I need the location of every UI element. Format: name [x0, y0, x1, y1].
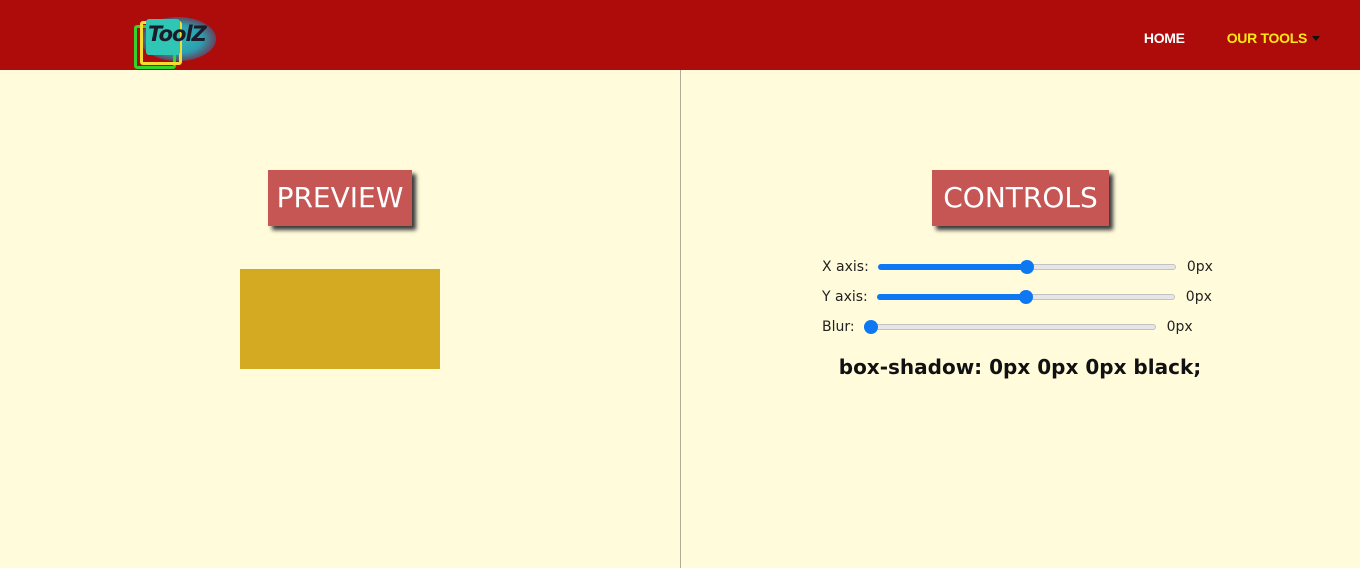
- panel-divider: [680, 70, 681, 568]
- blur-control: Blur: 0px: [822, 317, 1193, 337]
- y-axis-slider[interactable]: [876, 289, 1175, 305]
- y-axis-value: 0px: [1185, 289, 1212, 305]
- blur-label: Blur:: [822, 319, 855, 335]
- blur-slider[interactable]: [863, 319, 1156, 335]
- navbar: ToolZ HOME OUR TOOLS: [0, 0, 1360, 70]
- x-axis-slider[interactable]: [877, 259, 1176, 275]
- preview-box: [240, 269, 440, 369]
- slider-fill: [877, 264, 1027, 270]
- y-axis-label: Y axis:: [822, 289, 868, 305]
- logo-text: ToolZ: [148, 22, 207, 46]
- slider-thumb[interactable]: [1018, 290, 1033, 304]
- x-axis-label: X axis:: [822, 259, 869, 275]
- site-logo[interactable]: ToolZ: [132, 17, 220, 69]
- blur-value: 0px: [1166, 319, 1193, 335]
- y-axis-control: Y axis: 0px: [822, 287, 1212, 307]
- preview-title: PREVIEW: [268, 170, 412, 226]
- slider-thumb[interactable]: [863, 320, 878, 334]
- x-axis-control: X axis: 0px: [822, 257, 1213, 277]
- css-output-text: box-shadow: 0px 0px 0px black;: [838, 355, 1202, 379]
- chevron-down-icon: [1312, 35, 1320, 41]
- nav-our-tools-label: OUR TOOLS: [1226, 30, 1308, 46]
- nav-our-tools-dropdown[interactable]: OUR TOOLS: [1227, 30, 1320, 46]
- controls-title: CONTROLS: [932, 170, 1109, 226]
- nav-home-link[interactable]: HOME: [1144, 30, 1185, 46]
- x-axis-value: 0px: [1186, 259, 1213, 275]
- slider-fill: [876, 294, 1026, 300]
- nav-links: HOME OUR TOOLS: [1144, 30, 1320, 46]
- slider-thumb[interactable]: [1019, 260, 1034, 274]
- slider-track: [863, 324, 1156, 330]
